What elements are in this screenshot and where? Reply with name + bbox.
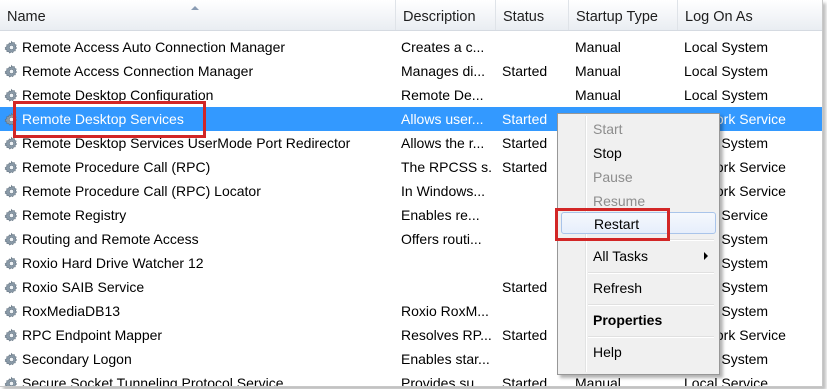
service-description: The RPCSS s...	[401, 159, 493, 175]
table-row[interactable]: Remote Access Connection Manager Manages …	[0, 59, 822, 83]
service-description	[401, 275, 493, 299]
service-name: Remote Procedure Call (RPC)	[22, 159, 211, 175]
service-description: Roxio RoxM...	[401, 303, 489, 319]
menu-separator	[588, 272, 714, 274]
menu-item-start[interactable]: Start	[561, 118, 716, 140]
menu-item-help[interactable]: Help	[561, 341, 716, 363]
service-gear-icon	[4, 64, 19, 79]
service-gear-icon	[4, 376, 19, 386]
service-name: Secure Socket Tunneling Protocol Service	[22, 375, 284, 387]
sort-ascending-icon	[191, 6, 199, 10]
service-gear-icon	[4, 328, 19, 343]
service-status	[502, 83, 568, 107]
service-startup-type: Manual	[575, 87, 621, 103]
column-header-name[interactable]: Name	[0, 0, 396, 30]
service-name: Roxio SAIB Service	[22, 279, 145, 295]
service-gear-icon	[4, 184, 19, 199]
service-description	[401, 251, 493, 275]
service-gear-icon	[4, 136, 19, 151]
menu-item-all-tasks[interactable]: All Tasks	[561, 245, 716, 267]
service-log-on-as: Local System	[684, 39, 769, 55]
service-description: Provides su...	[401, 375, 486, 387]
context-menu: Start Stop Pause Resume Restart All Task…	[557, 113, 720, 375]
column-header-status[interactable]: Status	[496, 0, 569, 30]
service-name: Remote Access Auto Connection Manager	[22, 39, 286, 55]
service-description: Remote De...	[401, 87, 484, 103]
menu-item-pause[interactable]: Pause	[561, 166, 716, 188]
service-description: In Windows...	[401, 183, 486, 199]
service-status	[502, 35, 568, 59]
submenu-arrow-icon	[704, 252, 708, 260]
column-header-bar: Name Description Status Startup Type Log…	[0, 0, 822, 31]
menu-separator	[588, 304, 714, 306]
annotation-highlight-restart	[555, 208, 670, 241]
menu-separator	[588, 336, 714, 338]
service-gear-icon	[4, 304, 19, 319]
column-header-startup-type[interactable]: Startup Type	[569, 0, 678, 30]
service-name: RoxMediaDB13	[22, 303, 121, 319]
service-startup-type: Manual	[575, 39, 621, 55]
menu-item-refresh[interactable]: Refresh	[561, 277, 716, 299]
service-gear-icon	[4, 256, 19, 271]
column-header-description[interactable]: Description	[396, 0, 496, 30]
menu-item-properties[interactable]: Properties	[561, 309, 716, 331]
service-log-on-as: Local System	[684, 87, 769, 103]
service-startup-type: Manual	[575, 63, 621, 79]
service-description: Offers routi...	[401, 231, 482, 247]
service-gear-icon	[4, 160, 19, 175]
menu-item-stop[interactable]: Stop	[561, 142, 716, 164]
service-description: Creates a c...	[401, 39, 485, 55]
service-log-on-as: Local System	[684, 63, 769, 79]
service-name: RPC Endpoint Mapper	[22, 327, 163, 343]
service-description: Resolves RP...	[401, 327, 492, 343]
service-gear-icon	[4, 352, 19, 367]
table-row[interactable]: Remote Access Auto Connection Manager Cre…	[0, 35, 822, 59]
service-description: Manages di...	[401, 63, 486, 79]
service-name: Remote Procedure Call (RPC) Locator	[22, 183, 261, 199]
service-gear-icon	[4, 40, 19, 55]
service-description: Allows the r...	[401, 135, 485, 151]
service-status: Started	[502, 63, 548, 79]
service-gear-icon	[4, 280, 19, 295]
service-name: Roxio Hard Drive Watcher 12	[22, 255, 204, 271]
annotation-highlight-service	[13, 101, 206, 138]
menu-item-all-tasks-label: All Tasks	[593, 248, 648, 264]
service-description: Enables re...	[401, 207, 480, 223]
service-name: Secondary Logon	[22, 351, 132, 367]
service-gear-icon	[4, 208, 19, 223]
service-description: Enables star...	[401, 351, 490, 367]
service-name: Routing and Remote Access	[22, 231, 199, 247]
service-description: Allows user...	[401, 111, 484, 127]
service-name: Remote Access Connection Manager	[22, 63, 254, 79]
service-name: Remote Registry	[22, 207, 127, 223]
column-header-log-on-as[interactable]: Log On As	[678, 0, 822, 30]
service-gear-icon	[4, 232, 19, 247]
